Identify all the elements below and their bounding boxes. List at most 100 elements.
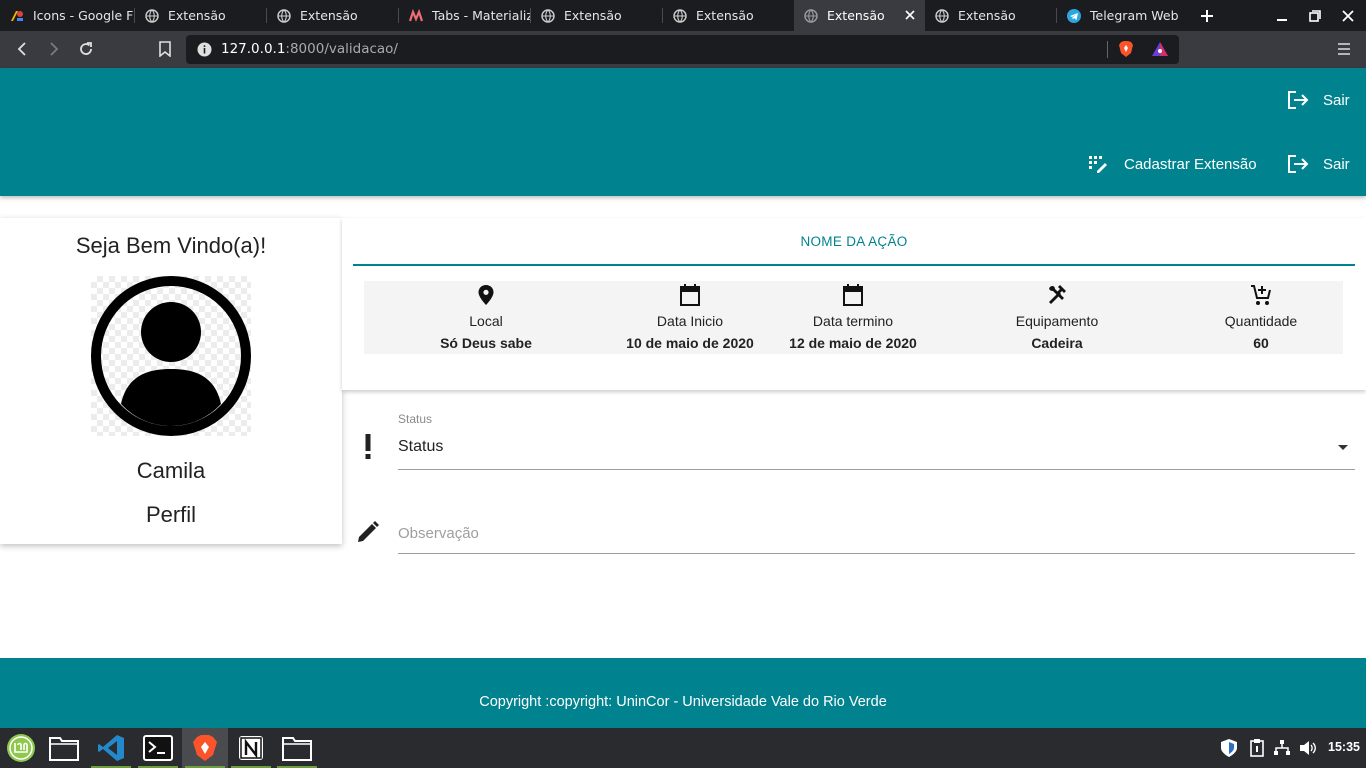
notion-icon xyxy=(239,736,263,760)
browser-tab-bar: Icons - Google F Extensão Extensão Tabs … xyxy=(0,0,1366,31)
brave-icon xyxy=(193,735,217,761)
back-arrow-icon xyxy=(17,42,26,56)
status-select[interactable]: Status xyxy=(398,428,1355,470)
forward-button[interactable] xyxy=(42,37,66,61)
taskbar-brave[interactable] xyxy=(182,728,228,768)
browser-tab[interactable]: Extensão xyxy=(925,0,1056,31)
materialize-icon xyxy=(409,8,423,23)
clock[interactable]: 15:35 xyxy=(1328,740,1360,754)
tab-title: Tabs - Materializ xyxy=(432,8,530,23)
info-value: Cadeira xyxy=(1031,335,1083,351)
user-avatar-icon xyxy=(91,276,251,436)
add-cart-icon xyxy=(1249,283,1273,307)
browser-tab-active[interactable]: Extensão xyxy=(794,0,925,31)
brave-rewards-icon[interactable] xyxy=(1151,41,1169,61)
os-taskbar: 15:35 xyxy=(0,728,1366,768)
back-button[interactable] xyxy=(10,37,34,61)
calendar-icon xyxy=(678,283,702,307)
taskbar-notion[interactable] xyxy=(228,728,274,768)
register-extension-label: Cadastrar Extensão xyxy=(1124,155,1257,173)
dropdown-caret-icon xyxy=(1338,445,1348,450)
welcome-heading: Seja Bem Vindo(a)! xyxy=(75,233,267,258)
browser-tab[interactable]: Extensão xyxy=(267,0,398,31)
volume-icon[interactable] xyxy=(1298,738,1318,758)
status-label: Status xyxy=(398,412,433,426)
info-end-date: Data termino 12 de maio de 2020 xyxy=(763,281,943,354)
taskbar-vscode[interactable] xyxy=(88,728,134,768)
exclamation-icon xyxy=(354,433,382,461)
profile-link[interactable]: Perfil xyxy=(0,502,342,528)
action-info-strip: Local Só Deus sabe Data Inicio 10 de mai… xyxy=(364,281,1343,354)
url-host: 127.0.0.1 xyxy=(221,41,286,57)
register-extension-link[interactable]: Cadastrar Extensão xyxy=(1088,154,1257,174)
tab-title: Extensão xyxy=(827,8,885,23)
logout-label: Sair xyxy=(1323,91,1350,109)
info-icon[interactable] xyxy=(197,42,212,61)
globe-icon xyxy=(935,8,949,23)
brave-shields-icon[interactable] xyxy=(1118,40,1134,62)
clipboard-icon[interactable] xyxy=(1247,738,1267,758)
close-icon xyxy=(1342,9,1354,22)
taskbar-files-2[interactable] xyxy=(274,728,320,768)
info-value: 10 de maio de 2020 xyxy=(626,335,754,351)
tab-close-icon[interactable] xyxy=(903,8,917,22)
folder-icon xyxy=(49,737,79,761)
network-icon[interactable] xyxy=(1272,738,1292,758)
bookmark-icon xyxy=(159,41,171,57)
hamburger-menu-icon xyxy=(1338,43,1350,55)
tab-title: Extensão xyxy=(564,8,622,23)
globe-icon xyxy=(804,8,818,23)
restore-icon xyxy=(1309,9,1321,22)
globe-icon xyxy=(673,8,687,23)
new-tab-button[interactable] xyxy=(1191,0,1223,31)
minimize-icon xyxy=(1277,18,1287,21)
start-menu-button[interactable] xyxy=(0,728,42,768)
reload-button[interactable] xyxy=(74,37,98,61)
browser-tab[interactable]: Extensão xyxy=(531,0,662,31)
taskbar-files[interactable] xyxy=(41,728,87,768)
info-label: Quantidade xyxy=(1224,313,1298,329)
forward-arrow-icon xyxy=(50,42,59,56)
browser-tab[interactable]: Telegram Web xyxy=(1057,0,1186,31)
logout-icon xyxy=(1288,155,1309,173)
info-location: Local Só Deus sabe xyxy=(396,281,576,354)
maximize-button[interactable] xyxy=(1299,0,1331,31)
logout-link[interactable]: Sair xyxy=(1287,154,1350,174)
logout-link-top[interactable]: Sair xyxy=(1287,90,1350,110)
info-label: Data Inicio xyxy=(656,313,724,329)
plus-icon xyxy=(1201,9,1213,22)
tab-title: Icons - Google F xyxy=(33,8,134,23)
tab-title: Extensão xyxy=(958,8,1016,23)
tab-action-name[interactable]: NOME DA AÇÃO xyxy=(353,218,1355,266)
minimize-button[interactable] xyxy=(1266,0,1298,31)
page-footer: Copyright :copyright: UninCor - Universi… xyxy=(0,658,1366,728)
close-window-button[interactable] xyxy=(1332,0,1364,31)
shield-icon[interactable] xyxy=(1219,738,1239,758)
tab-title: Extensão xyxy=(300,8,358,23)
url-path: :8000/validacao/ xyxy=(285,41,398,57)
info-value: Só Deus sabe xyxy=(440,335,532,351)
info-label: Data termino xyxy=(812,313,894,329)
copyright-text: Copyright :copyright: UninCor - Universi… xyxy=(479,694,887,710)
tools-icon xyxy=(1045,283,1069,307)
google-fonts-icon xyxy=(10,9,24,23)
browser-tab[interactable]: Extensão xyxy=(135,0,266,31)
browser-tab[interactable]: Extensão xyxy=(663,0,794,31)
browser-tab[interactable]: Tabs - Materializ xyxy=(399,0,530,31)
pencil-icon xyxy=(354,518,382,546)
address-bar[interactable]: 127.0.0.1:8000/validacao/ xyxy=(186,35,1179,64)
info-quantity: Quantidade 60 xyxy=(1171,281,1351,354)
globe-icon xyxy=(145,8,159,23)
taskbar-terminal[interactable] xyxy=(135,728,181,768)
status-selected-value: Status xyxy=(398,438,444,455)
browser-tab[interactable]: Icons - Google F xyxy=(0,0,134,31)
info-label: Equipamento xyxy=(1015,313,1099,329)
telegram-icon xyxy=(1067,8,1081,23)
observation-input[interactable] xyxy=(398,514,1355,552)
browser-menu-button[interactable] xyxy=(1332,37,1356,61)
terminal-icon xyxy=(143,735,173,761)
user-name: Camila xyxy=(136,458,206,483)
page-header: Sair Cadastrar Extensão Sair xyxy=(0,68,1366,196)
profile-card: Seja Bem Vindo(a)! Camila Perfil xyxy=(0,218,342,544)
bookmark-button[interactable] xyxy=(153,37,177,61)
